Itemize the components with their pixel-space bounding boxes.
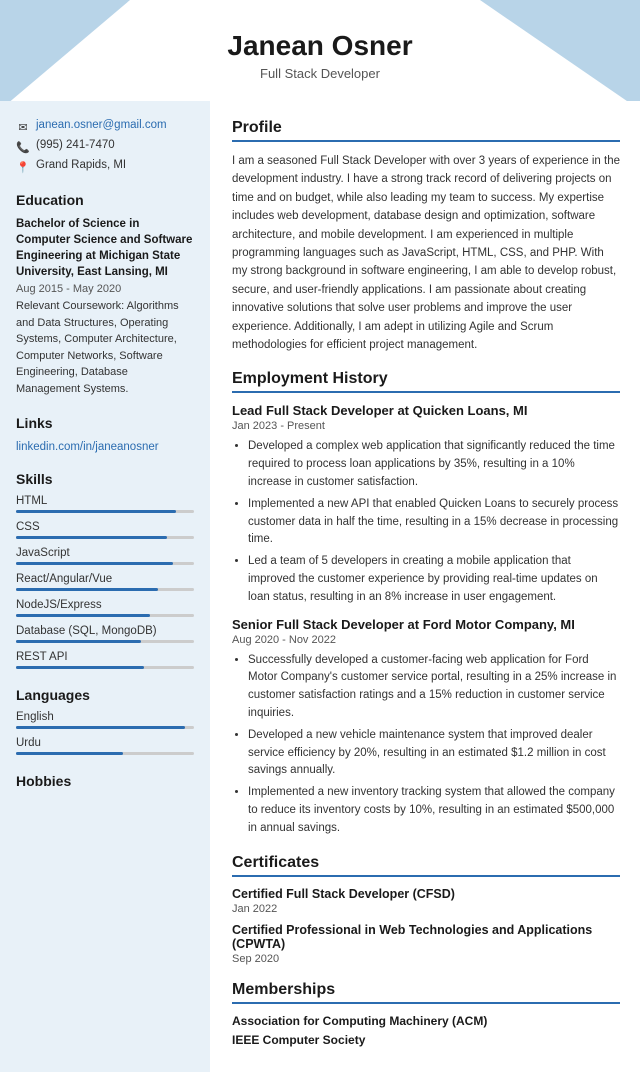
education-degree: Bachelor of Science in Computer Science … (16, 216, 194, 280)
cert-date: Sep 2020 (232, 953, 620, 965)
job-entry: Senior Full Stack Developer at Ford Moto… (232, 617, 620, 838)
linkedin-link[interactable]: linkedin.com/in/janeanosner (16, 441, 159, 453)
job-bullets: Developed a complex web application that… (232, 438, 620, 606)
education-coursework: Relevant Coursework: Algorithms and Data… (16, 298, 194, 397)
profile-section-title: Profile (232, 119, 620, 142)
candidate-title: Full Stack Developer (20, 66, 620, 81)
cert-entry: Certified Full Stack Developer (CFSD) Ja… (232, 887, 620, 915)
skills-section: Skills HTML CSS JavaScript React/Angular… (16, 471, 194, 669)
lang-bar-bg (16, 752, 194, 755)
education-title: Education (16, 192, 194, 208)
skill-bar-fill (16, 614, 150, 617)
language-item: English (16, 711, 194, 729)
membership-entry: IEEE Computer Society (232, 1033, 620, 1047)
skill-bar-fill (16, 536, 167, 539)
skill-name: React/Angular/Vue (16, 573, 194, 585)
lang-bar-fill (16, 752, 123, 755)
membership-entry: Association for Computing Machinery (ACM… (232, 1014, 620, 1028)
header: Janean Osner Full Stack Developer (0, 0, 640, 101)
memberships-list: Association for Computing Machinery (ACM… (232, 1014, 620, 1047)
skill-bar-bg (16, 588, 194, 591)
job-bullet: Developed a complex web application that… (248, 438, 620, 491)
skill-item: REST API (16, 651, 194, 669)
candidate-name: Janean Osner (20, 30, 620, 62)
main-content: Profile I am a seasoned Full Stack Devel… (210, 101, 640, 1072)
employment-section-title: Employment History (232, 370, 620, 393)
skill-bar-bg (16, 614, 194, 617)
job-bullet: Implemented a new inventory tracking sys… (248, 784, 620, 837)
skills-title: Skills (16, 471, 194, 487)
certs-list: Certified Full Stack Developer (CFSD) Ja… (232, 887, 620, 965)
skill-name: NodeJS/Express (16, 599, 194, 611)
job-bullets: Successfully developed a customer-facing… (232, 652, 620, 838)
links-title: Links (16, 415, 194, 431)
skill-bar-fill (16, 562, 173, 565)
skill-item: CSS (16, 521, 194, 539)
job-title: Lead Full Stack Developer at Quicken Loa… (232, 403, 620, 418)
skill-name: CSS (16, 521, 194, 533)
phone-text: (995) 241-7470 (36, 139, 115, 151)
profile-text: I am a seasoned Full Stack Developer wit… (232, 152, 620, 354)
body-layout: ✉ janean.osner@gmail.com 📞 (995) 241-747… (0, 101, 640, 1072)
jobs-list: Lead Full Stack Developer at Quicken Loa… (232, 403, 620, 837)
location-text: Grand Rapids, MI (36, 159, 126, 171)
language-item: Urdu (16, 737, 194, 755)
skill-item: NodeJS/Express (16, 599, 194, 617)
language-name: Urdu (16, 737, 194, 749)
memberships-section-title: Memberships (232, 981, 620, 1004)
skill-bar-fill (16, 510, 176, 513)
cert-name: Certified Professional in Web Technologi… (232, 923, 620, 951)
languages-title: Languages (16, 687, 194, 703)
languages-section: Languages English Urdu (16, 687, 194, 755)
languages-list: English Urdu (16, 711, 194, 755)
email-link[interactable]: janean.osner@gmail.com (36, 119, 167, 131)
job-bullet: Implemented a new API that enabled Quick… (248, 496, 620, 549)
lang-bar-bg (16, 726, 194, 729)
skill-item: HTML (16, 495, 194, 513)
skill-item: Database (SQL, MongoDB) (16, 625, 194, 643)
skill-name: HTML (16, 495, 194, 507)
skill-bar-fill (16, 588, 158, 591)
coursework-label: Relevant Coursework: (16, 300, 124, 312)
cert-name: Certified Full Stack Developer (CFSD) (232, 887, 620, 901)
skills-list: HTML CSS JavaScript React/Angular/Vue No… (16, 495, 194, 669)
cert-entry: Certified Professional in Web Technologi… (232, 923, 620, 965)
job-bullet: Led a team of 5 developers in creating a… (248, 553, 620, 606)
skill-bar-bg (16, 510, 194, 513)
job-bullet: Successfully developed a customer-facing… (248, 652, 620, 723)
skill-bar-bg (16, 640, 194, 643)
contact-section: ✉ janean.osner@gmail.com 📞 (995) 241-747… (16, 119, 194, 174)
coursework-text: Algorithms and Data Structures, Operatin… (16, 300, 179, 395)
skill-name: REST API (16, 651, 194, 663)
education-date: Aug 2015 - May 2020 (16, 283, 194, 295)
phone-icon: 📞 (16, 140, 30, 154)
job-title: Senior Full Stack Developer at Ford Moto… (232, 617, 620, 632)
education-section: Education Bachelor of Science in Compute… (16, 192, 194, 397)
hobbies-title: Hobbies (16, 773, 194, 789)
email-icon: ✉ (16, 120, 30, 134)
skill-name: Database (SQL, MongoDB) (16, 625, 194, 637)
location-icon: 📍 (16, 160, 30, 174)
contact-email-item: ✉ janean.osner@gmail.com (16, 119, 194, 134)
skill-item: React/Angular/Vue (16, 573, 194, 591)
skill-bar-bg (16, 666, 194, 669)
sidebar: ✉ janean.osner@gmail.com 📞 (995) 241-747… (0, 101, 210, 1072)
links-section: Links linkedin.com/in/janeanosner (16, 415, 194, 453)
job-date: Aug 2020 - Nov 2022 (232, 634, 620, 646)
skill-bar-bg (16, 562, 194, 565)
skill-bar-fill (16, 640, 141, 643)
contact-location-item: 📍 Grand Rapids, MI (16, 159, 194, 174)
skill-bar-fill (16, 666, 144, 669)
certificates-section-title: Certificates (232, 854, 620, 877)
hobbies-section: Hobbies (16, 773, 194, 789)
skill-bar-bg (16, 536, 194, 539)
job-bullet: Developed a new vehicle maintenance syst… (248, 727, 620, 780)
job-entry: Lead Full Stack Developer at Quicken Loa… (232, 403, 620, 606)
language-name: English (16, 711, 194, 723)
lang-bar-fill (16, 726, 185, 729)
contact-phone-item: 📞 (995) 241-7470 (16, 139, 194, 154)
skill-item: JavaScript (16, 547, 194, 565)
skill-name: JavaScript (16, 547, 194, 559)
job-date: Jan 2023 - Present (232, 420, 620, 432)
